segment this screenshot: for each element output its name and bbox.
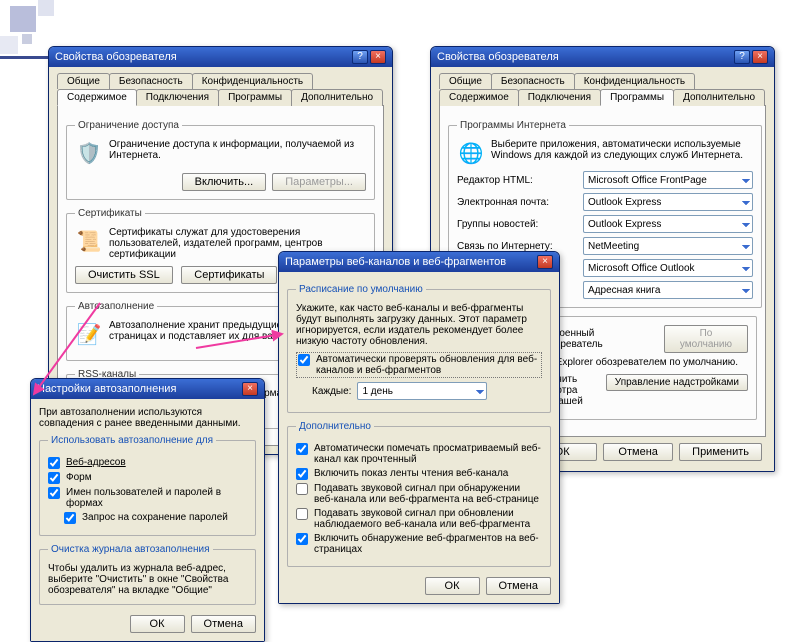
cancel-button[interactable]: Отмена [486, 577, 551, 595]
dialog-autofill-settings: Настройки автозаполнения × При автозапол… [30, 378, 265, 642]
select-calendar[interactable]: Microsoft Office Outlook [583, 259, 753, 277]
check-web-addresses[interactable]: Веб-адресов [48, 457, 247, 469]
title-text: Свойства обозревателя [437, 51, 559, 63]
title-text: Настройки автозаполнения [37, 383, 176, 395]
legend: Расписание по умолчанию [296, 284, 426, 295]
enable-button[interactable]: Включить... [182, 173, 267, 191]
label-newsgroups: Группы новостей: [457, 219, 577, 230]
help-button[interactable]: ? [352, 50, 368, 64]
tab-general[interactable]: Общие [57, 73, 110, 89]
select-email[interactable]: Outlook Express [583, 193, 753, 211]
select-html-editor[interactable]: Microsoft Office FrontPage [583, 171, 753, 189]
tab-privacy[interactable]: Конфиденциальность [192, 73, 313, 89]
tab-row-2: Содержимое Подключения Программы Дополни… [439, 89, 766, 106]
ok-button[interactable]: ОК [425, 577, 480, 595]
tab-row-1: Общие Безопасность Конфиденциальность [439, 73, 766, 89]
shield-icon: 🛡️ [75, 139, 103, 167]
tab-privacy[interactable]: Конфиденциальность [574, 73, 695, 89]
tab-general[interactable]: Общие [439, 73, 492, 89]
check-show-feed-reading[interactable]: Включить показ ленты чтения веб-канала [296, 468, 542, 480]
clear-ssl-button[interactable]: Очистить SSL [75, 266, 173, 284]
group-advanced: Дополнительно Автоматически помечать про… [287, 421, 551, 567]
schedule-text: Укажите, как часто веб-каналы и веб-фраг… [296, 303, 542, 347]
titlebar: Параметры веб-каналов и веб-фрагментов × [279, 252, 559, 272]
tab-content[interactable]: Содержимое [439, 89, 519, 106]
title-text: Свойства обозревателя [55, 51, 177, 63]
tab-programs[interactable]: Программы [600, 89, 674, 106]
title-text: Параметры веб-каналов и веб-фрагментов [285, 256, 506, 268]
certificate-icon: 📜 [75, 227, 103, 255]
tab-content[interactable]: Содержимое [57, 89, 137, 106]
label-email: Электронная почта: [457, 197, 577, 208]
check-forms[interactable]: Форм [48, 472, 247, 484]
check-prompt-save-passwords[interactable]: Запрос на сохранение паролей [64, 512, 247, 524]
titlebar: Свойства обозревателя ? × [49, 47, 392, 67]
deco-square [10, 6, 36, 32]
legend: Дополнительно [296, 421, 374, 432]
tab-row-1: Общие Безопасность Конфиденциальность [57, 73, 384, 89]
group-clear-autofill: Очистка журнала автозаполнения Чтобы уда… [39, 544, 256, 605]
deco-square [22, 34, 32, 44]
deco-square [38, 0, 54, 16]
group-text: Выберите приложения, автоматически испол… [491, 139, 753, 161]
deco-square [0, 36, 18, 54]
group-use-autofill: Использовать автозаполнение для Веб-адре… [39, 435, 256, 536]
select-internet-call[interactable]: NetMeeting [583, 237, 753, 255]
legend: Очистка журнала автозаполнения [48, 544, 213, 555]
cancel-button[interactable]: Отмена [603, 443, 673, 461]
parameters-button[interactable]: Параметры... [272, 173, 366, 191]
legend: Использовать автозаполнение для [48, 435, 216, 446]
ok-button[interactable]: ОК [130, 615, 185, 633]
legend: Автозаполнение [75, 301, 157, 312]
group-schedule: Расписание по умолчанию Укажите, как час… [287, 284, 551, 413]
select-contacts[interactable]: Адресная книга [583, 281, 753, 299]
legend: Ограничение доступа [75, 120, 182, 131]
tab-connections[interactable]: Подключения [518, 89, 601, 106]
tab-advanced[interactable]: Дополнительно [673, 89, 765, 106]
tab-programs[interactable]: Программы [218, 89, 292, 106]
form-icon: 📝 [75, 320, 103, 348]
check-detect-webslices[interactable]: Включить обнаружение веб-фрагментов на в… [296, 533, 542, 555]
close-button[interactable]: × [752, 50, 768, 64]
tab-security[interactable]: Безопасность [109, 73, 193, 89]
titlebar: Свойства обозревателя ? × [431, 47, 774, 67]
certificates-button[interactable]: Сертификаты [181, 266, 277, 284]
legend: Программы Интернета [457, 120, 569, 131]
gear-globe-icon: 🌐 [457, 139, 485, 167]
apply-button[interactable]: Применить [679, 443, 762, 461]
close-button[interactable]: × [370, 50, 386, 64]
check-sound-on-detect[interactable]: Подавать звуковой сигнал при обнаружении… [296, 483, 542, 505]
cancel-button[interactable]: Отмена [191, 615, 256, 633]
check-mark-read[interactable]: Автоматически помечать просматриваемый в… [296, 443, 542, 465]
manage-addons-button[interactable]: Управление надстройками [606, 374, 748, 391]
tab-advanced[interactable]: Дополнительно [291, 89, 383, 106]
group-text: Ограничение доступа к информации, получа… [109, 139, 366, 161]
tab-row-2: Содержимое Подключения Программы Дополни… [57, 89, 384, 106]
clear-text: Чтобы удалить из журнала веб-адрес, выбе… [48, 563, 247, 596]
check-auto-check-updates[interactable]: Автоматически проверять обновления для в… [296, 352, 542, 378]
label-internet-call: Связь по Интернету: [457, 241, 577, 252]
dialog-feed-settings: Параметры веб-каналов и веб-фрагментов ×… [278, 251, 560, 604]
titlebar: Настройки автозаполнения × [31, 379, 264, 399]
tab-security[interactable]: Безопасность [491, 73, 575, 89]
legend: Сертификаты [75, 208, 145, 219]
intro-text: При автозаполнении используются совпаден… [39, 407, 256, 429]
tab-connections[interactable]: Подключения [136, 89, 219, 106]
label-html-editor: Редактор HTML: [457, 175, 577, 186]
check-usernames-passwords[interactable]: Имен пользователей и паролей в формах [48, 487, 247, 509]
set-default-button[interactable]: По умолчанию [664, 325, 748, 353]
select-newsgroups[interactable]: Outlook Express [583, 215, 753, 233]
text-partial: net Explorer обозревателем по умолчанию. [539, 357, 748, 368]
label-every: Каждые: [312, 386, 351, 397]
check-sound-on-update[interactable]: Подавать звуковой сигнал при обновлении … [296, 508, 542, 530]
group-access-restriction: Ограничение доступа 🛡️ Ограничение досту… [66, 120, 375, 200]
select-every[interactable]: 1 день [357, 382, 487, 400]
close-button[interactable]: × [242, 382, 258, 396]
close-button[interactable]: × [537, 255, 553, 269]
help-button[interactable]: ? [734, 50, 750, 64]
